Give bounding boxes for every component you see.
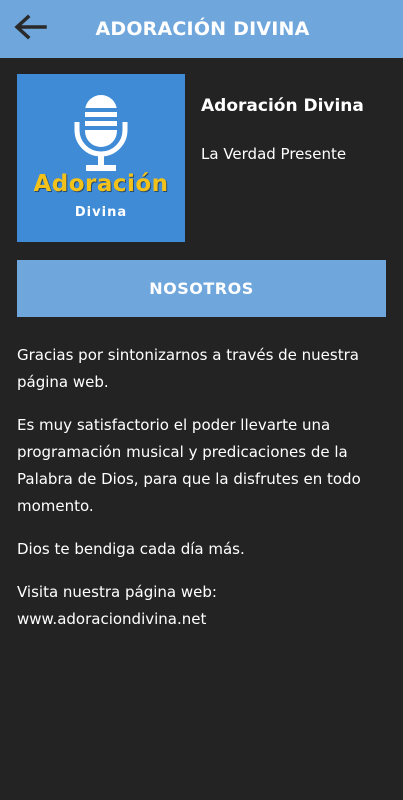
logo-subtitle: Divina [74,205,128,220]
about-paragraph-blessing: Dios te bendiga cada día más. [17,540,245,558]
nosotros-section-header: NOSOTROS [17,260,386,317]
about-paragraph-mission: Es muy satisfactorio el poder llevarte u… [17,416,361,515]
microphone-icon [74,95,128,171]
app-header: ADORACIÓN DIVINA [0,0,403,58]
station-name: Adoración Divina [201,96,364,116]
station-slogan: La Verdad Presente [201,145,347,163]
about-content: Gracias por sintonizarnos a través de nu… [17,342,389,649]
about-paragraph-thanks: Gracias por sintonizarnos a través de nu… [17,346,359,391]
about-paragraph-website[interactable]: Visita nuestra página web: www.adoracion… [17,579,389,633]
page-title: ADORACIÓN DIVINA [95,18,310,40]
logo-wordmark: Adoración [33,171,169,197]
station-logo: Adoración Divina [17,74,185,242]
